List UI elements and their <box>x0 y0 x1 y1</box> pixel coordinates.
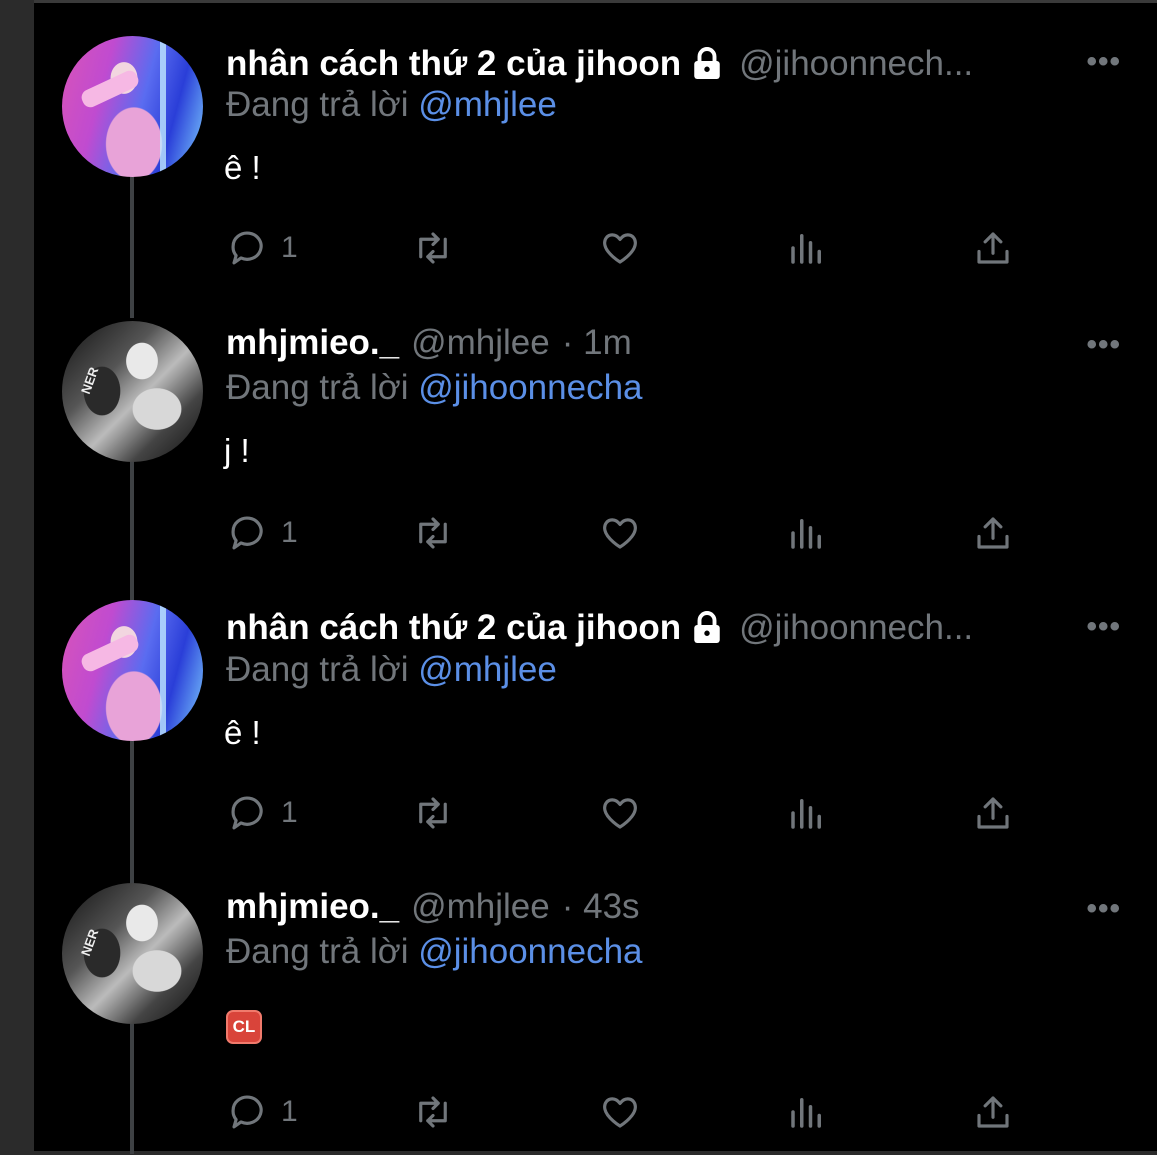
retweet-button[interactable] <box>412 508 454 558</box>
tweet[interactable]: mhjmieo._ @mhjlee · 43s ••• Đang trả lời… <box>34 852 1157 1154</box>
retweet-button[interactable] <box>412 788 454 838</box>
tweet-text: j ! <box>224 432 250 469</box>
display-name[interactable]: mhjmieo._ <box>226 323 399 363</box>
heart-icon <box>603 798 637 829</box>
reply-count: 1 <box>281 796 298 829</box>
reply-prefix: Đang trả lời <box>226 932 409 971</box>
like-button[interactable] <box>599 1087 641 1137</box>
avatar[interactable] <box>62 883 203 1024</box>
replying-to: Đang trả lời @jihoonnecha <box>226 932 643 976</box>
handle[interactable]: @jihoonnech... <box>739 44 973 84</box>
tweet[interactable]: mhjmieo._ @mhjlee · 1m ••• Đang trả lời … <box>34 288 1157 605</box>
views-button[interactable] <box>786 1087 828 1137</box>
reply-button[interactable]: 1 <box>227 1087 298 1137</box>
replying-to: Đang trả lời @jihoonnecha <box>226 368 643 412</box>
more-icon[interactable]: ••• <box>1086 45 1121 79</box>
retweet-icon <box>419 797 447 829</box>
more-icon[interactable]: ••• <box>1086 892 1121 926</box>
replying-to: Đang trả lời @mhjlee <box>226 85 557 129</box>
more-icon[interactable]: ••• <box>1086 328 1121 362</box>
avatar[interactable] <box>62 600 203 741</box>
handle[interactable]: @mhjlee <box>411 887 550 927</box>
heart-icon <box>603 518 637 549</box>
handle[interactable]: @jihoonnech... <box>739 608 973 648</box>
views-icon <box>791 799 821 829</box>
handle[interactable]: @mhjlee <box>411 323 550 363</box>
display-name[interactable]: nhân cách thứ 2 của jihoon <box>226 608 681 648</box>
share-button[interactable] <box>972 788 1014 838</box>
like-button[interactable] <box>599 788 641 838</box>
share-icon <box>977 517 1009 549</box>
heart-icon <box>603 233 637 264</box>
retweet-button[interactable] <box>412 1087 454 1137</box>
timestamp[interactable]: · 43s <box>562 887 640 927</box>
share-button[interactable] <box>972 223 1014 273</box>
reply-icon <box>231 1095 263 1129</box>
tweet-text: ê ! <box>224 714 261 751</box>
reply-prefix: Đang trả lời <box>226 650 409 689</box>
tweet[interactable]: nhân cách thứ 2 của jihoon @jihoonnech..… <box>34 3 1157 318</box>
reply-count: 1 <box>281 1095 298 1128</box>
like-button[interactable] <box>599 223 641 273</box>
avatar[interactable] <box>62 36 203 177</box>
reply-prefix: Đang trả lời <box>226 85 409 124</box>
mention-link[interactable]: @jihoonnecha <box>418 368 642 407</box>
views-icon <box>791 1098 821 1128</box>
share-button[interactable] <box>972 1087 1014 1137</box>
reply-prefix: Đang trả lời <box>226 368 409 407</box>
timestamp[interactable]: · 1m <box>562 323 632 363</box>
retweet-icon <box>419 1096 447 1128</box>
tweet-header: nhân cách thứ 2 của jihoon @jihoonnech..… <box>226 39 973 89</box>
reply-count: 1 <box>281 516 298 549</box>
replying-to: Đang trả lời @mhjlee <box>226 650 557 694</box>
tweet-actions: 1 <box>34 508 1157 558</box>
tweet-header: nhân cách thứ 2 của jihoon @jihoonnech..… <box>226 603 973 653</box>
tweet[interactable]: nhân cách thứ 2 của jihoon @jihoonnech..… <box>34 570 1157 885</box>
reply-icon <box>231 516 263 550</box>
share-icon <box>977 1096 1009 1128</box>
views-button[interactable] <box>786 508 828 558</box>
heart-icon <box>603 1097 637 1128</box>
tweet-header: mhjmieo._ @mhjlee · 43s <box>226 882 640 932</box>
tweet-actions: 1 <box>34 1087 1157 1137</box>
tweet-actions: 1 <box>34 223 1157 273</box>
views-button[interactable] <box>786 788 828 838</box>
tweet-text: ê ! <box>224 149 261 186</box>
share-icon <box>977 232 1009 264</box>
mention-link[interactable]: @mhjlee <box>418 85 557 124</box>
display-name[interactable]: nhân cách thứ 2 của jihoon <box>226 44 681 84</box>
reply-icon <box>231 796 263 830</box>
display-name[interactable]: mhjmieo._ <box>226 887 399 927</box>
mention-link[interactable]: @mhjlee <box>418 650 557 689</box>
share-icon <box>977 797 1009 829</box>
lock-icon <box>694 611 720 643</box>
retweet-icon <box>419 517 447 549</box>
views-icon <box>791 234 821 264</box>
like-button[interactable] <box>599 508 641 558</box>
cl-emoji: CL <box>226 1010 262 1044</box>
views-icon <box>791 519 821 549</box>
lock-icon <box>694 47 720 79</box>
views-button[interactable] <box>786 223 828 273</box>
retweet-icon <box>419 232 447 264</box>
retweet-button[interactable] <box>412 223 454 273</box>
avatar[interactable] <box>62 321 203 462</box>
share-button[interactable] <box>972 508 1014 558</box>
tweet-actions: 1 <box>34 788 1157 838</box>
reply-count: 1 <box>281 231 298 264</box>
more-icon[interactable]: ••• <box>1086 610 1121 644</box>
reply-icon <box>231 231 263 265</box>
reply-button[interactable]: 1 <box>227 788 298 838</box>
tweet-header: mhjmieo._ @mhjlee · 1m <box>226 318 632 368</box>
reply-button[interactable]: 1 <box>227 508 298 558</box>
timeline-frame: nhân cách thứ 2 của jihoon @jihoonnech..… <box>34 0 1157 1154</box>
mention-link[interactable]: @jihoonnecha <box>418 932 642 971</box>
reply-button[interactable]: 1 <box>227 223 298 273</box>
